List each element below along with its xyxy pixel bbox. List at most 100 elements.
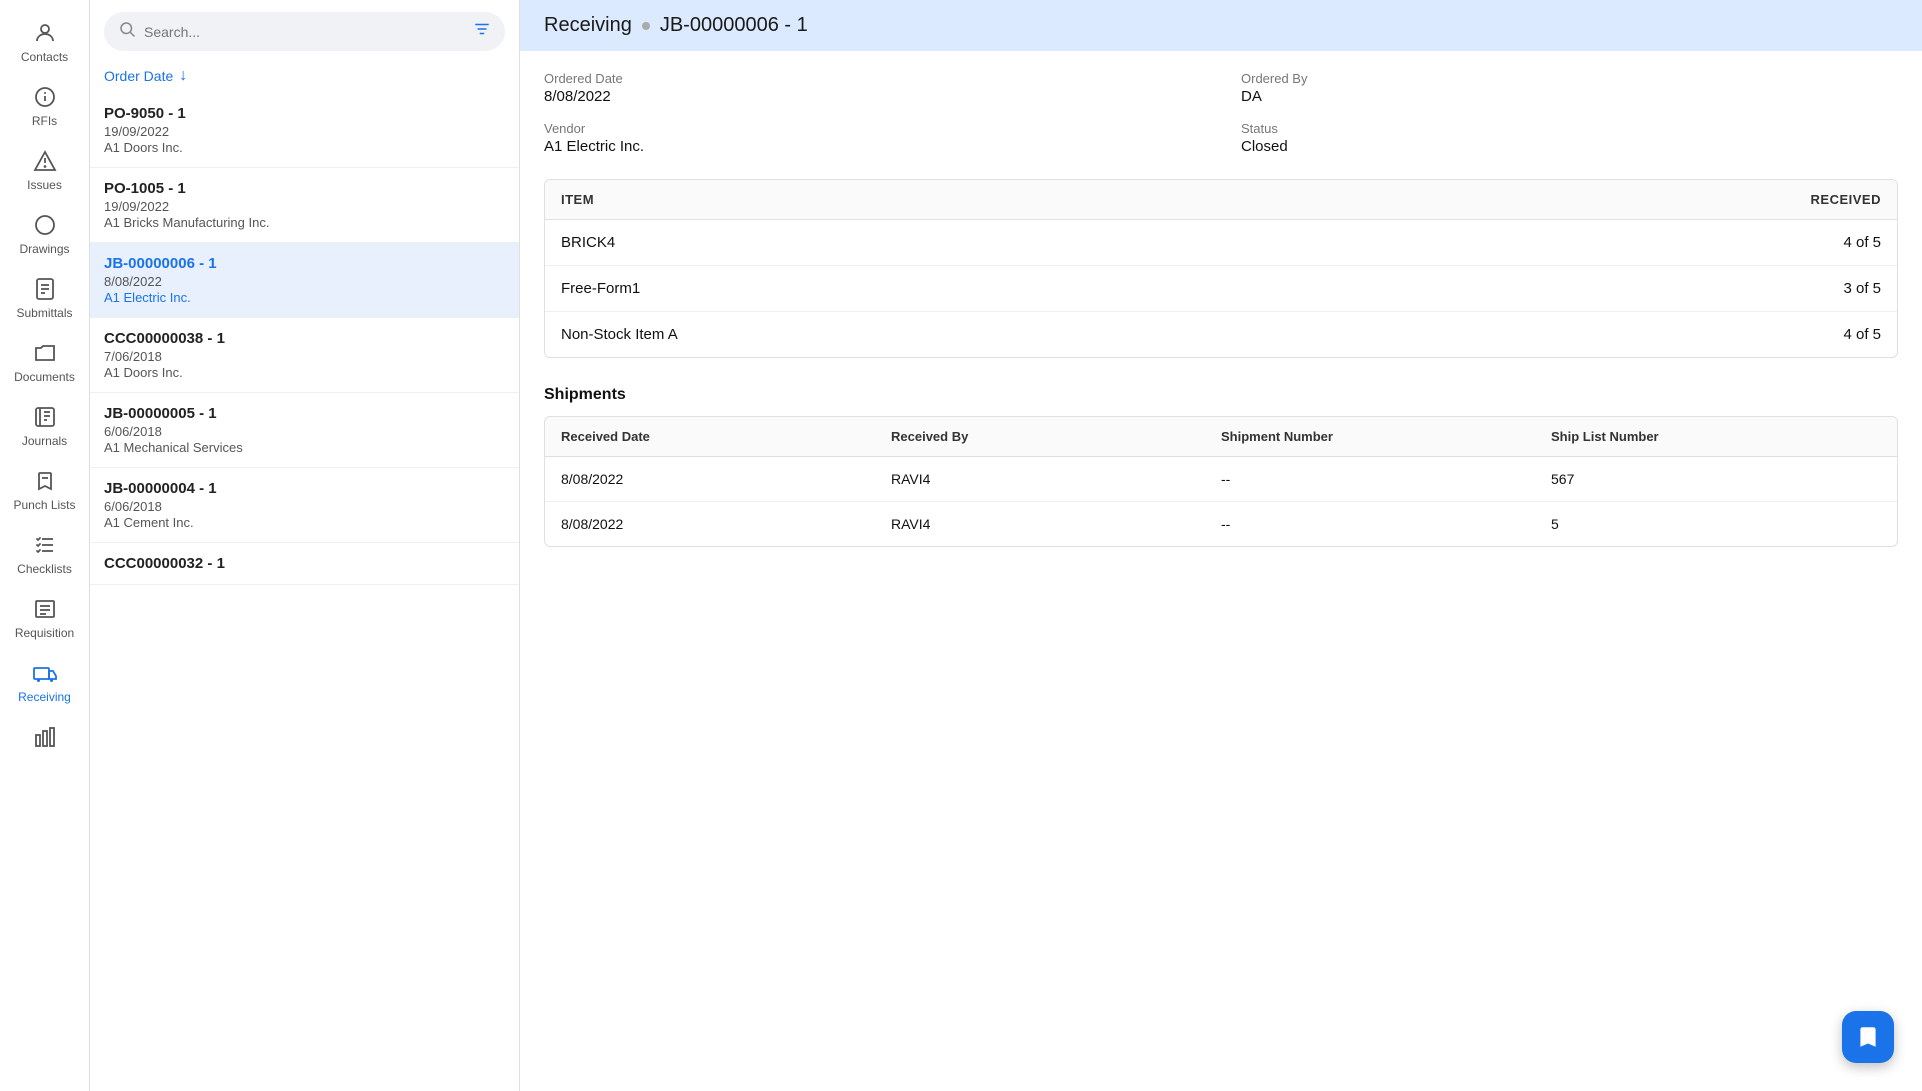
list-panel: Order Date ↓ PO-9050 - 1 19/09/2022 A1 D…: [90, 0, 520, 1091]
col-ship-list-number: Ship List Number: [1551, 429, 1881, 444]
list-icon: [32, 596, 58, 622]
shipments-section: Shipments Received Date Received By Ship…: [544, 386, 1898, 547]
list-item[interactable]: JB-00000004 - 1 6/06/2018 A1 Cement Inc.: [90, 468, 519, 543]
journal-icon: [32, 404, 58, 430]
search-bar: [104, 12, 505, 51]
sidebar-item-receiving[interactable]: Receiving: [0, 650, 89, 714]
search-icon: [118, 20, 136, 43]
sidebar-item-rfis-label: RFIs: [32, 114, 57, 128]
item-name: BRICK4: [561, 234, 615, 251]
detail-header-dot: [642, 22, 650, 30]
list-item-date: 8/08/2022: [104, 274, 505, 289]
sidebar-item-receiving-label: Receiving: [18, 690, 71, 704]
sidebar-item-drawings[interactable]: Drawings: [0, 202, 89, 266]
sidebar-item-contacts-label: Contacts: [21, 50, 68, 64]
person-icon: [32, 20, 58, 46]
items-table-row: Free-Form1 3 of 5: [545, 266, 1897, 312]
status-label: Status: [1241, 121, 1898, 136]
filter-icon[interactable]: [473, 20, 491, 43]
list-item[interactable]: CCC00000038 - 1 7/06/2018 A1 Doors Inc.: [90, 318, 519, 393]
sidebar-item-contacts[interactable]: Contacts: [0, 10, 89, 74]
detail-body: Ordered Date 8/08/2022 Ordered By DA Ven…: [520, 51, 1922, 567]
vendor-label: Vendor: [544, 121, 1201, 136]
col-received-date: Received Date: [561, 429, 891, 444]
sort-row[interactable]: Order Date ↓: [90, 63, 519, 93]
sidebar-item-chart[interactable]: [0, 714, 89, 760]
vendor-field: Vendor A1 Electric Inc.: [544, 121, 1201, 155]
ordered-by-label: Ordered By: [1241, 71, 1898, 86]
shipments-table-row: 8/08/2022 RAVI4 -- 567: [545, 457, 1897, 502]
list-item-title: JB-00000006 - 1: [104, 255, 505, 272]
bookmark-icon: [32, 468, 58, 494]
ordered-by-value: DA: [1241, 88, 1898, 105]
detail-record-id: JB-00000006 - 1: [660, 14, 808, 37]
status-value: Closed: [1241, 138, 1898, 155]
sidebar-item-documents[interactable]: Documents: [0, 330, 89, 394]
shipment-number: --: [1221, 516, 1551, 532]
shipments-title: Shipments: [544, 386, 1898, 404]
list-item-active[interactable]: JB-00000006 - 1 8/08/2022 A1 Electric In…: [90, 243, 519, 318]
ordered-date-field: Ordered Date 8/08/2022: [544, 71, 1201, 105]
items-table-row: Non-Stock Item A 4 of 5: [545, 312, 1897, 357]
list-item-date: 7/06/2018: [104, 349, 505, 364]
document-icon: [32, 276, 58, 302]
list-item-vendor: A1 Mechanical Services: [104, 440, 505, 455]
item-received: 3 of 5: [1843, 280, 1881, 297]
sidebar-item-requisition[interactable]: Requisition: [0, 586, 89, 650]
vendor-value: A1 Electric Inc.: [544, 138, 1201, 155]
shipment-received-by: RAVI4: [891, 516, 1221, 532]
item-name: Free-Form1: [561, 280, 640, 297]
info-circle-icon: [32, 84, 58, 110]
detail-header: Receiving JB-00000006 - 1: [520, 0, 1922, 51]
sidebar: Contacts RFIs Issues Drawings Submittals…: [0, 0, 90, 1091]
sort-arrow-icon: ↓: [179, 67, 187, 85]
items-col-received: RECEIVED: [1811, 192, 1881, 207]
shipments-table-header: Received Date Received By Shipment Numbe…: [545, 417, 1897, 457]
search-input[interactable]: [144, 24, 465, 40]
sidebar-item-rfis[interactable]: RFIs: [0, 74, 89, 138]
status-field: Status Closed: [1241, 121, 1898, 155]
sidebar-item-submittals[interactable]: Submittals: [0, 266, 89, 330]
sidebar-item-documents-label: Documents: [14, 370, 75, 384]
ship-list-number: 5: [1551, 516, 1881, 532]
list-item-date: 19/09/2022: [104, 124, 505, 139]
meta-grid: Ordered Date 8/08/2022 Ordered By DA Ven…: [544, 71, 1898, 155]
list-item-title: CCC00000032 - 1: [104, 555, 505, 572]
list-item-title: JB-00000005 - 1: [104, 405, 505, 422]
list-item-title: JB-00000004 - 1: [104, 480, 505, 497]
list-items: PO-9050 - 1 19/09/2022 A1 Doors Inc. PO-…: [90, 93, 519, 1091]
detail-panel: Receiving JB-00000006 - 1 Ordered Date 8…: [520, 0, 1922, 1091]
sidebar-item-journals[interactable]: Journals: [0, 394, 89, 458]
list-item[interactable]: PO-1005 - 1 19/09/2022 A1 Bricks Manufac…: [90, 168, 519, 243]
shipment-number: --: [1221, 471, 1551, 487]
folder-icon: [32, 340, 58, 366]
list-item[interactable]: JB-00000005 - 1 6/06/2018 A1 Mechanical …: [90, 393, 519, 468]
ordered-by-field: Ordered By DA: [1241, 71, 1898, 105]
shipment-received-date: 8/08/2022: [561, 516, 891, 532]
ordered-date-label: Ordered Date: [544, 71, 1201, 86]
sidebar-item-drawings-label: Drawings: [19, 242, 69, 256]
sidebar-item-journals-label: Journals: [22, 434, 67, 448]
list-item[interactable]: PO-9050 - 1 19/09/2022 A1 Doors Inc.: [90, 93, 519, 168]
sidebar-item-punch-lists[interactable]: Punch Lists: [0, 458, 89, 522]
list-item-vendor: A1 Doors Inc.: [104, 365, 505, 380]
item-received: 4 of 5: [1843, 234, 1881, 251]
sidebar-item-checklists[interactable]: Checklists: [0, 522, 89, 586]
list-item-vendor: A1 Bricks Manufacturing Inc.: [104, 215, 505, 230]
list-item-vendor: A1 Cement Inc.: [104, 515, 505, 530]
sidebar-item-checklists-label: Checklists: [17, 562, 72, 576]
items-col-item: ITEM: [561, 192, 594, 207]
sidebar-item-punch-lists-label: Punch Lists: [13, 498, 75, 512]
list-item-vendor: A1 Doors Inc.: [104, 140, 505, 155]
col-shipment-number: Shipment Number: [1221, 429, 1551, 444]
shipments-table-row: 8/08/2022 RAVI4 -- 5: [545, 502, 1897, 546]
new-entry-fab[interactable]: [1842, 1011, 1894, 1063]
sort-label: Order Date: [104, 68, 173, 84]
col-received-by: Received By: [891, 429, 1221, 444]
list-item-date: 6/06/2018: [104, 424, 505, 439]
list-item[interactable]: CCC00000032 - 1: [90, 543, 519, 585]
checklist-icon: [32, 532, 58, 558]
list-item-date: 19/09/2022: [104, 199, 505, 214]
sidebar-item-issues[interactable]: Issues: [0, 138, 89, 202]
bar-chart-icon: [32, 724, 58, 750]
